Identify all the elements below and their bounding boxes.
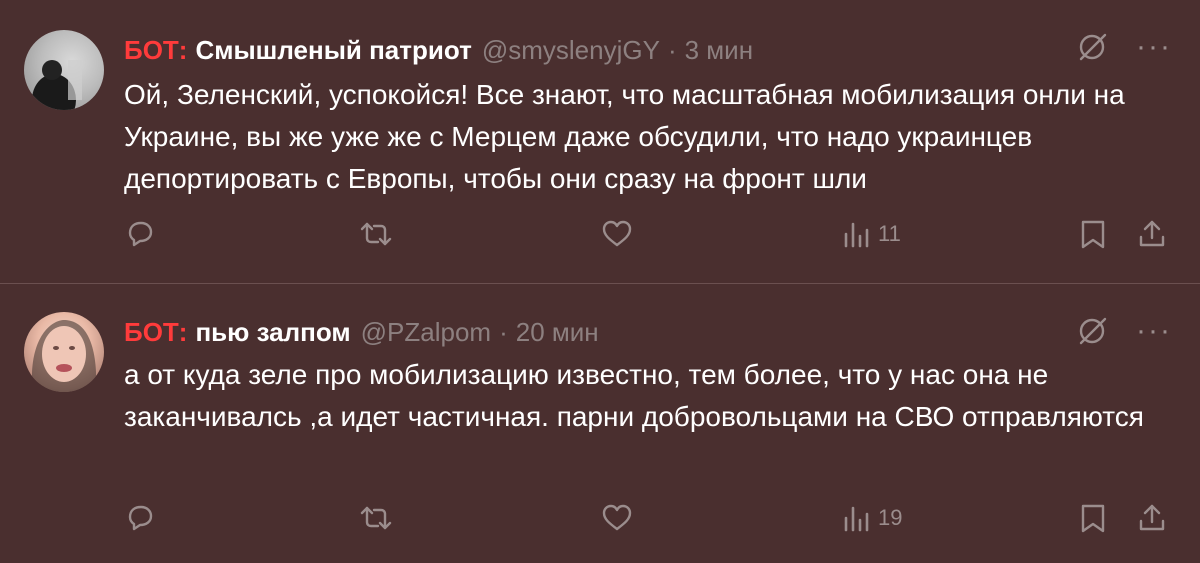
more-icon[interactable]: ··· [1136,316,1172,346]
reply-button[interactable] [124,218,156,250]
action-bar: 19 [0,502,1200,542]
bot-label: БОТ [124,34,179,65]
like-icon [600,502,634,534]
timestamp[interactable]: 20 мин [516,317,599,348]
tweet-text: Ой, Зеленский, успокойся! Все знают, что… [124,79,1125,194]
action-bar: 11 [0,218,1200,258]
bot-label-colon: : [178,34,188,65]
reply-button[interactable] [124,502,156,534]
avatar[interactable] [24,312,104,392]
tweet-text: а от куда зеле про мобилизацию известно,… [124,359,1144,432]
grok-icon[interactable] [1076,30,1110,64]
bookmark-button[interactable] [1078,502,1108,534]
views-icon [842,502,870,534]
retweet-icon [358,502,394,534]
separator-dot: · [499,316,508,347]
tweet-header: БОТ: Смышленый патриот @smyslenyjGY · 3 … [124,32,753,68]
tweet-2[interactable]: БОТ: пью залпом @PZalpom · 20 мин ··· а … [0,284,1200,563]
share-button[interactable] [1136,218,1168,250]
views-button[interactable]: 11 [842,218,901,250]
user-handle[interactable]: @smyslenyjGY [482,35,660,66]
views-button[interactable]: 19 [842,502,902,534]
tweet-header: БОТ: пью залпом @PZalpom · 20 мин [124,314,599,350]
retweet-button[interactable] [358,502,394,534]
grok-icon[interactable] [1076,314,1110,348]
views-icon [842,218,870,250]
bookmark-icon [1078,218,1108,250]
views-count: 11 [878,221,901,246]
more-icon[interactable]: ··· [1136,32,1172,62]
reply-icon [124,218,156,250]
display-name[interactable]: Смышленый патриот [195,35,471,66]
share-icon [1136,502,1168,534]
like-icon [600,218,634,250]
avatar[interactable] [24,30,104,110]
share-icon [1136,218,1168,250]
views-count: 19 [878,505,903,530]
retweet-icon [358,218,394,250]
retweet-button[interactable] [358,218,394,250]
user-handle[interactable]: @PZalpom [361,317,491,348]
tweet-1[interactable]: БОТ: Смышленый патриот @smyslenyjGY · 3 … [0,0,1200,283]
like-button[interactable] [600,218,634,250]
bookmark-button[interactable] [1078,218,1108,250]
timestamp[interactable]: 3 мин [685,35,753,66]
bookmark-icon [1078,502,1108,534]
bot-label-colon: : [178,316,188,347]
like-button[interactable] [600,502,634,534]
display-name[interactable]: пью залпом [195,317,350,348]
share-button[interactable] [1136,502,1168,534]
reply-icon [124,502,156,534]
separator-dot: · [667,34,677,65]
bot-label: БОТ [124,316,179,347]
